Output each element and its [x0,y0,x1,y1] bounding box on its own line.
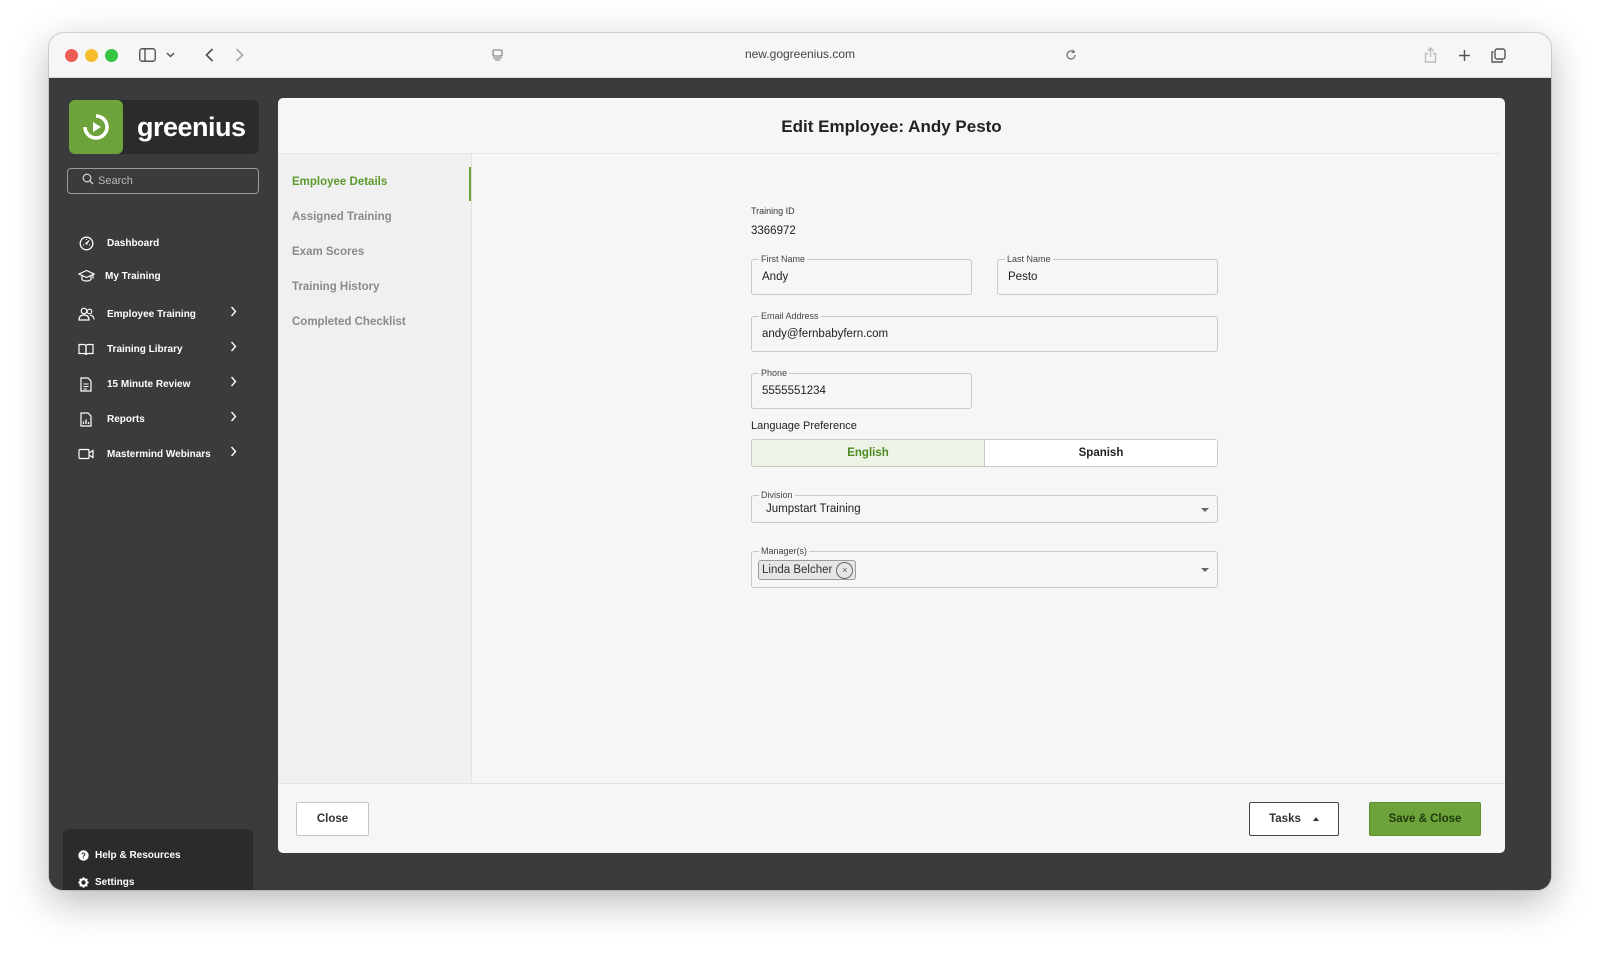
sidebar-item-label: Training Library [107,343,183,355]
gear-icon [77,876,89,888]
sidebar-bottom-panel: ? Help & Resources Settings [63,829,253,890]
dropdown-caret-icon [1201,568,1209,572]
settings-link[interactable]: Settings [77,876,134,888]
app-area: greenius Dashboard My Training [49,78,1551,890]
section-nav-exam-scores[interactable]: Exam Scores [292,246,364,258]
section-nav-border [471,154,472,783]
section-nav-training-history[interactable]: Training History [292,281,380,293]
help-resources-label: Help & Resources [95,849,181,861]
sidebar-item-label: Employee Training [107,308,196,320]
training-id-label: Training ID [751,206,795,216]
sidebar-item-label: Dashboard [107,237,160,249]
sidebar-item-my-training[interactable]: My Training [77,265,237,287]
share-icon[interactable] [1422,45,1438,65]
email-input[interactable] [762,317,1207,351]
save-and-close-button[interactable]: Save & Close [1369,802,1481,836]
chevron-right-icon [230,376,237,390]
language-english-button[interactable]: English [752,440,985,466]
phone-field[interactable]: Phone [751,367,972,409]
training-id-value: 3366972 [751,225,796,237]
sidebar-item-employee-training[interactable]: Employee Training [77,303,237,325]
email-field[interactable]: Email Address [751,310,1218,352]
chevron-right-icon [230,341,237,355]
first-name-field[interactable]: First Name [751,253,972,295]
remove-chip-icon[interactable]: × [836,561,854,579]
report-icon [77,410,95,428]
video-camera-icon [77,445,95,463]
chevron-right-icon [230,306,237,320]
manager-chip-label: Linda Belcher [762,564,833,576]
address-bar[interactable]: new.gogreenius.com [49,47,1551,61]
last-name-field[interactable]: Last Name [997,253,1218,295]
footer-divider [278,783,1505,784]
edit-employee-panel: Edit Employee: Andy Pesto Employee Detai… [278,98,1505,853]
book-icon [77,340,95,358]
sidebar-item-label: Reports [107,413,145,425]
language-preference-label: Language Preference [751,420,857,432]
document-icon [77,375,95,393]
chevron-right-icon [230,446,237,460]
search-input[interactable] [98,175,248,187]
sidebar-item-label: Mastermind Webinars [107,448,211,460]
managers-select[interactable]: Manager(s) Linda Belcher × [751,545,1218,588]
managers-label: Manager(s) [759,545,810,557]
graduation-cap-icon [77,267,95,285]
help-resources-link[interactable]: ? Help & Resources [77,849,181,861]
close-button[interactable]: Close [296,802,369,836]
division-value: Jumpstart Training [766,503,861,515]
svg-text:?: ? [81,851,86,860]
greenius-logo[interactable]: greenius [69,100,259,154]
sidebar-item-training-library[interactable]: Training Library [77,338,237,360]
sidebar-item-label: My Training [105,270,161,282]
settings-label: Settings [95,876,135,888]
phone-input[interactable] [762,374,961,408]
browser-window: new.gogreenius.com greenius Search Dashb… [49,33,1551,890]
search-icon [82,172,94,190]
dashboard-gauge-icon [77,234,95,252]
chevron-right-icon [230,411,237,425]
dropdown-caret-icon [1201,508,1209,512]
language-toggle: English Spanish [751,439,1218,467]
new-tab-plus-icon[interactable] [1456,45,1472,65]
tasks-menu-button[interactable]: Tasks [1249,802,1339,836]
division-select[interactable]: Division Jumpstart Training [751,489,1218,523]
sidebar: greenius Dashboard My Training [49,78,277,890]
sidebar-search[interactable] [67,168,259,194]
logo-text: greenius [137,111,246,142]
section-nav-employee-details[interactable]: Employee Details [292,176,387,188]
greenius-logo-mark-icon [69,100,123,154]
employee-details-form: Training ID 3366972 First Name Last Name… [751,98,1221,698]
users-icon [77,305,95,323]
tasks-label: Tasks [1269,813,1301,825]
section-nav-completed-checklist[interactable]: Completed Checklist [292,316,406,328]
sidebar-item-reports[interactable]: Reports [77,408,237,430]
sidebar-item-label: 15 Minute Review [107,378,191,390]
last-name-input[interactable] [1008,260,1207,294]
caret-up-icon [1312,817,1319,821]
reload-icon[interactable] [1064,45,1078,65]
section-nav: Employee Details Assigned Training Exam … [278,154,471,783]
sidebar-item-15-minute-review[interactable]: 15 Minute Review [77,373,237,395]
first-name-input[interactable] [762,260,961,294]
sidebar-item-dashboard[interactable]: Dashboard [77,232,237,254]
tab-overview-icon[interactable] [1489,45,1507,65]
active-section-indicator [469,167,471,201]
manager-chip: Linda Belcher × [758,560,857,580]
help-question-icon: ? [77,849,89,861]
language-spanish-button[interactable]: Spanish [985,440,1217,466]
division-label: Division [759,489,795,501]
section-nav-assigned-training[interactable]: Assigned Training [292,211,392,223]
browser-toolbar: new.gogreenius.com [49,33,1551,78]
sidebar-item-mastermind-webinars[interactable]: Mastermind Webinars [77,443,237,465]
